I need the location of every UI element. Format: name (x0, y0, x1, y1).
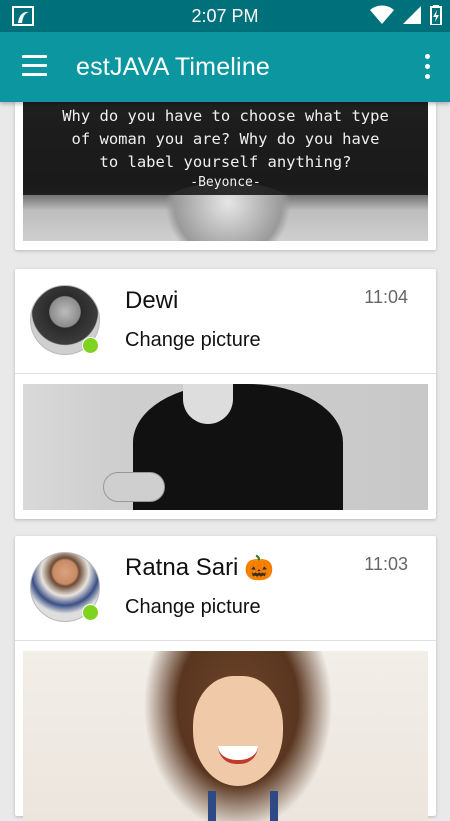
post-photo[interactable] (23, 651, 428, 821)
post-photo[interactable]: Why do you have to choose what type of w… (23, 102, 428, 241)
post-text: Change picture (125, 596, 261, 618)
more-vert-icon[interactable] (422, 54, 432, 80)
post-photo[interactable] (23, 384, 428, 510)
post-username-text: Ratna Sari (125, 554, 239, 581)
quote-line: Why do you have to choose what type (62, 107, 389, 125)
post-text: Change picture (125, 329, 261, 351)
quote-attribution: -Beyonce- (190, 175, 261, 190)
divider (15, 373, 436, 374)
menu-icon[interactable] (22, 55, 48, 77)
app-bar: estJAVA Timeline (0, 32, 450, 102)
quote-line: of woman you are? Why do you have (71, 130, 380, 148)
pumpkin-emoji-icon: 🎃 (244, 555, 275, 583)
signal-icon (402, 6, 421, 24)
post-timestamp: 11:04 (364, 287, 408, 307)
timeline-card-post[interactable]: Ratna Sari 🎃 11:03 Change picture (15, 536, 436, 821)
status-icons (366, 5, 442, 27)
photo-figure-hand (103, 472, 165, 502)
photo-figure-face (193, 676, 283, 786)
quote-overlay: Why do you have to choose what type of w… (23, 102, 428, 195)
online-status-icon (82, 337, 99, 354)
post-timestamp: 11:03 (364, 554, 408, 574)
photo-figure (133, 384, 343, 510)
photo-figure-top (208, 791, 278, 821)
timeline-card-quote[interactable]: Why do you have to choose what type of w… (15, 102, 436, 250)
online-status-icon (82, 604, 99, 621)
divider (15, 640, 436, 641)
battery-charging-icon (430, 5, 442, 25)
wifi-icon (369, 5, 394, 24)
timeline-card-post[interactable]: Dewi 11:04 Change picture (15, 269, 436, 519)
quote-line: to label yourself anything? (99, 153, 352, 171)
post-username[interactable]: Dewi (125, 287, 178, 315)
app-title: estJAVA Timeline (76, 53, 271, 81)
post-username[interactable]: Ratna Sari 🎃 (125, 554, 274, 583)
status-bar: 2:07 PM (0, 0, 450, 32)
